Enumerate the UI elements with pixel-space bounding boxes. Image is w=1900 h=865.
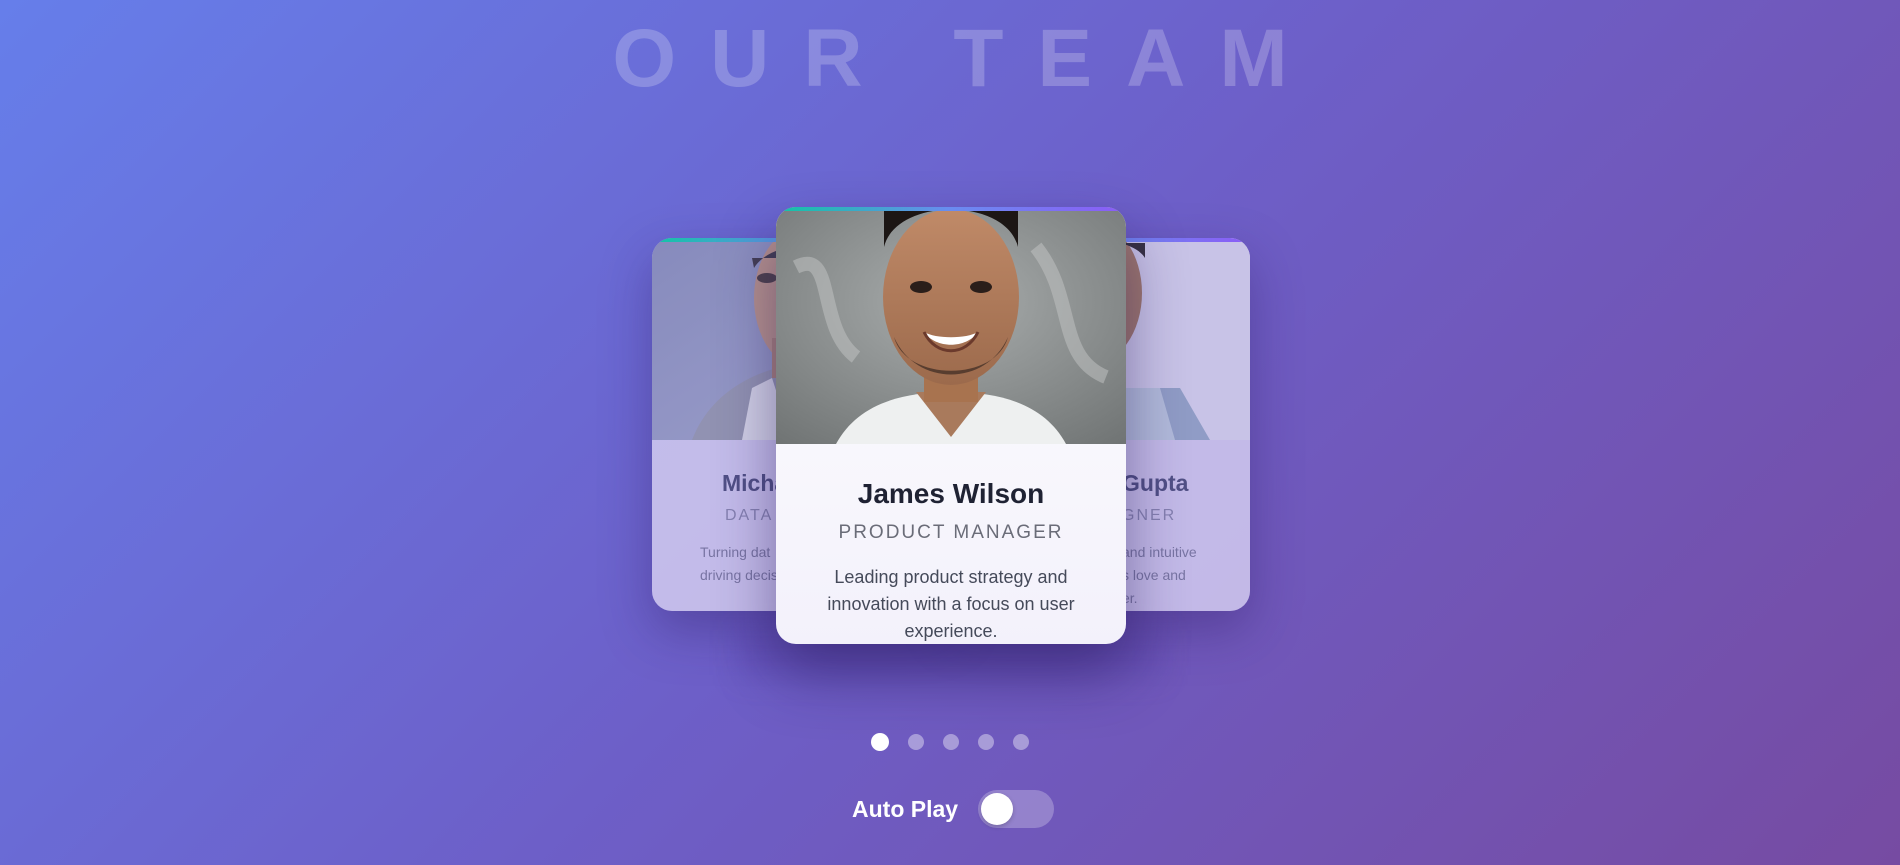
card-accent-bar bbox=[776, 207, 1126, 211]
member-name: James Wilson bbox=[857, 478, 1045, 509]
pagination-dot-5[interactable] bbox=[1013, 734, 1029, 750]
member-description: and intuitive s love and er. bbox=[1122, 541, 1250, 610]
pagination-dot-2[interactable] bbox=[908, 734, 924, 750]
pagination-dot-3[interactable] bbox=[943, 734, 959, 750]
member-photo bbox=[776, 207, 1126, 444]
member-role: PRODUCT MANAGER bbox=[838, 522, 1064, 543]
toggle-knob bbox=[981, 793, 1014, 825]
autoplay-control: Auto Play bbox=[852, 790, 1055, 828]
description-line: and intuitive bbox=[1122, 544, 1197, 560]
team-carousel: Micha DATA Turning dat driving decis Gup… bbox=[0, 0, 1900, 700]
pagination-dot-4[interactable] bbox=[978, 734, 994, 750]
autoplay-toggle[interactable] bbox=[978, 790, 1055, 828]
pagination-dot-1[interactable] bbox=[871, 733, 889, 751]
autoplay-label: Auto Play bbox=[852, 795, 959, 822]
team-card-active[interactable]: James Wilson PRODUCT MANAGER Leading pro… bbox=[776, 207, 1126, 644]
member-description: Leading product strategy and innovation … bbox=[827, 567, 1075, 641]
carousel-pagination bbox=[0, 733, 1900, 751]
description-line: er. bbox=[1122, 590, 1138, 606]
description-line: s love and bbox=[1122, 567, 1186, 583]
